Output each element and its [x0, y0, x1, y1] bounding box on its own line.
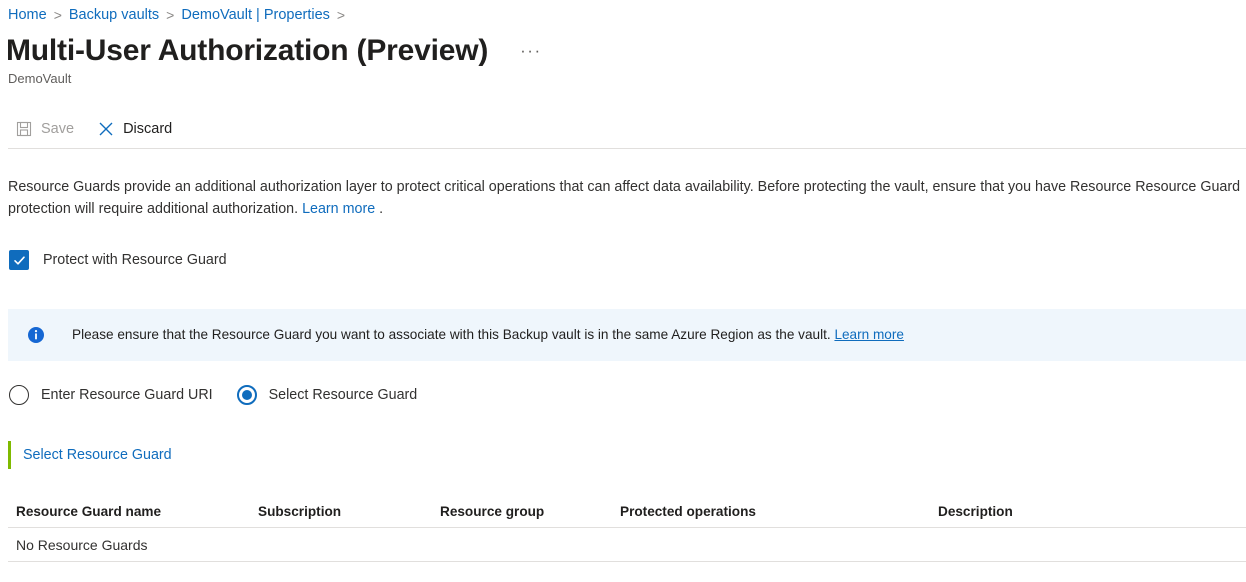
green-accent-bar [8, 441, 11, 469]
info-banner: Please ensure that the Resource Guard yo… [8, 309, 1246, 361]
description-learn-more-link[interactable]: Learn more [302, 201, 375, 217]
select-resource-guard-section: Select Resource Guard [8, 441, 172, 469]
save-button[interactable]: Save [14, 113, 82, 145]
info-circle-icon [27, 326, 45, 344]
description-text: Resource Guards provide an additional au… [8, 179, 1240, 217]
radio-select-resource-guard[interactable]: Select Resource Guard [237, 385, 418, 405]
resource-guards-table: Resource Guard name Subscription Resourc… [0, 495, 1246, 562]
save-icon [16, 121, 32, 137]
radio-circle-unselected[interactable] [9, 385, 29, 405]
description-paragraph: Resource Guards provide an additional au… [8, 176, 1246, 220]
radio-circle-selected[interactable] [237, 385, 257, 405]
column-header-subscription: Subscription [258, 504, 440, 519]
breadcrumb-separator-icon: > [166, 5, 174, 25]
table-empty-state-message: No Resource Guards [16, 537, 148, 553]
resource-guard-source-radio-group: Enter Resource Guard URI Select Resource… [9, 385, 441, 405]
command-bar: Save Discard [0, 110, 1246, 148]
column-header-resource-group: Resource group [440, 504, 620, 519]
discard-button[interactable]: Discard [96, 113, 180, 145]
breadcrumb-item-backup-vaults[interactable]: Backup vaults [69, 5, 159, 25]
info-banner-message: Please ensure that the Resource Guard yo… [72, 327, 834, 342]
table-bottom-divider [8, 561, 1246, 562]
page-subtitle: DemoVault [8, 70, 71, 88]
column-header-resource-guard-name: Resource Guard name [16, 504, 258, 519]
discard-button-label: Discard [123, 121, 172, 137]
command-bar-divider [8, 148, 1246, 149]
breadcrumb-item-demovault-properties[interactable]: DemoVault | Properties [181, 5, 330, 25]
table-header-row: Resource Guard name Subscription Resourc… [0, 495, 1246, 527]
radio-label-enter-uri: Enter Resource Guard URI [41, 387, 213, 403]
more-options-button[interactable]: ··· [514, 38, 547, 69]
info-banner-text: Please ensure that the Resource Guard yo… [72, 326, 904, 344]
close-x-icon [98, 121, 114, 137]
radio-dot-icon [242, 390, 252, 400]
radio-label-select-guard: Select Resource Guard [269, 387, 418, 403]
breadcrumb: Home > Backup vaults > DemoVault | Prope… [8, 5, 352, 25]
radio-enter-resource-guard-uri[interactable]: Enter Resource Guard URI [9, 385, 213, 405]
checkbox-label: Protect with Resource Guard [43, 252, 227, 268]
save-button-label: Save [41, 121, 74, 137]
column-header-description: Description [938, 504, 1138, 519]
column-header-protected-operations: Protected operations [620, 504, 938, 519]
checkbox-box[interactable] [9, 250, 29, 270]
select-resource-guard-link[interactable]: Select Resource Guard [23, 441, 172, 469]
info-banner-learn-more-link[interactable]: Learn more [834, 327, 904, 342]
breadcrumb-separator-icon: > [337, 5, 345, 25]
page-title-row: Multi-User Authorization (Preview) ··· [6, 33, 548, 69]
breadcrumb-item-home[interactable]: Home [8, 5, 47, 25]
breadcrumb-separator-icon: > [54, 5, 62, 25]
protect-with-resource-guard-checkbox[interactable]: Protect with Resource Guard [9, 250, 227, 270]
description-text-tail: . [375, 201, 383, 217]
checkmark-icon [13, 254, 26, 267]
page-title: Multi-User Authorization (Preview) [6, 33, 488, 69]
table-empty-state-row: No Resource Guards [0, 528, 1246, 561]
